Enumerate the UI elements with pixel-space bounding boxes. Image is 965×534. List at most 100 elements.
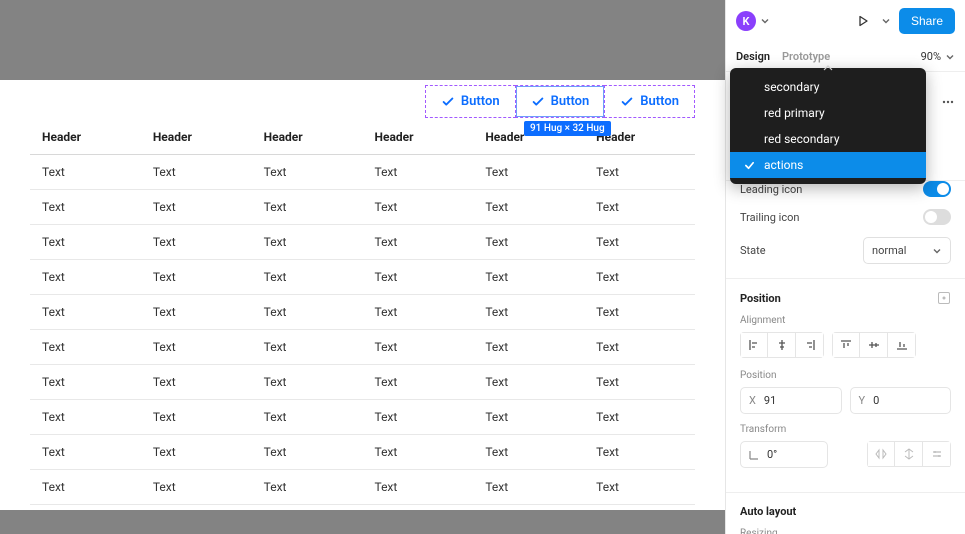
- state-label: State: [740, 244, 766, 257]
- more-transform-button[interactable]: [923, 441, 951, 467]
- table-cell: Text: [30, 400, 141, 435]
- table-row: TextTextTextTextTextText: [30, 365, 695, 400]
- flip-h-button[interactable]: [867, 441, 895, 467]
- align-left-button[interactable]: [740, 332, 768, 358]
- table-cell: Text: [362, 470, 473, 505]
- chevron-down-icon: [760, 16, 770, 26]
- table-cell: Text: [252, 470, 363, 505]
- table-cell: Text: [584, 155, 695, 190]
- table-cell: Text: [252, 225, 363, 260]
- check-icon: [620, 95, 634, 109]
- table-header: Header: [252, 120, 363, 155]
- leading-icon-toggle[interactable]: [923, 181, 951, 197]
- table-header: Header: [141, 120, 252, 155]
- dimension-badge: 91 Hug × 32 Hug: [524, 121, 611, 136]
- table-cell: Text: [141, 155, 252, 190]
- table-cell: Text: [362, 190, 473, 225]
- table-cell: Text: [362, 155, 473, 190]
- autolayout-title: Auto layout: [740, 505, 796, 518]
- table-cell: Text: [30, 295, 141, 330]
- table-cell: Text: [362, 295, 473, 330]
- table-cell: Text: [30, 365, 141, 400]
- table-cell: Text: [141, 435, 252, 470]
- table-cell: Text: [584, 435, 695, 470]
- table-cell: Text: [584, 400, 695, 435]
- rotation-field[interactable]: 0°: [740, 441, 828, 468]
- table-cell: Text: [141, 470, 252, 505]
- table-cell: Text: [362, 225, 473, 260]
- dropdown-item-label: secondary: [764, 80, 819, 94]
- table-cell: Text: [584, 470, 695, 505]
- table-cell: Text: [141, 365, 252, 400]
- table-cell: Text: [362, 400, 473, 435]
- dropdown-item[interactable]: actions: [730, 152, 926, 178]
- table-cell: Text: [141, 295, 252, 330]
- align-bottom-button[interactable]: [888, 332, 916, 358]
- present-button[interactable]: [853, 11, 873, 31]
- table-cell: Text: [473, 190, 584, 225]
- dropdown-item[interactable]: red secondary: [730, 126, 926, 152]
- table-cell: Text: [30, 330, 141, 365]
- trailing-icon-label: Trailing icon: [740, 211, 799, 224]
- table-cell: Text: [30, 435, 141, 470]
- leading-icon-label: Leading icon: [740, 183, 802, 196]
- align-center-h-button[interactable]: [768, 332, 796, 358]
- align-right-button[interactable]: [796, 332, 824, 358]
- table-cell: Text: [252, 260, 363, 295]
- tab-design[interactable]: Design: [736, 42, 770, 71]
- table-header: Header: [30, 120, 141, 155]
- table-cell: Text: [584, 330, 695, 365]
- align-top-button[interactable]: [832, 332, 860, 358]
- prototype-buttons-row: Button Button Button: [425, 85, 695, 118]
- y-field[interactable]: Y0: [850, 387, 952, 414]
- flip-v-button[interactable]: [895, 441, 923, 467]
- table-row: TextTextTextTextTextText: [30, 190, 695, 225]
- table-cell: Text: [30, 260, 141, 295]
- table-cell: Text: [362, 330, 473, 365]
- more-options-icon[interactable]: [939, 93, 957, 111]
- canvas-area[interactable]: Button Button Button 91 Hug × 32 Hug Hea…: [0, 0, 725, 534]
- trailing-icon-toggle[interactable]: [923, 209, 951, 225]
- table-cell: Text: [473, 260, 584, 295]
- canvas-frame[interactable]: Button Button Button 91 Hug × 32 Hug Hea…: [0, 80, 725, 510]
- share-button[interactable]: Share: [899, 8, 955, 34]
- x-field[interactable]: X91: [740, 387, 842, 414]
- table-row: TextTextTextTextTextText: [30, 470, 695, 505]
- table-cell: Text: [252, 330, 363, 365]
- table-cell: Text: [584, 225, 695, 260]
- check-icon: [742, 160, 756, 171]
- table-cell: Text: [473, 400, 584, 435]
- focus-icon[interactable]: [937, 291, 951, 305]
- table-cell: Text: [584, 295, 695, 330]
- table-cell: Text: [473, 225, 584, 260]
- user-menu[interactable]: K: [736, 11, 770, 31]
- table-cell: Text: [141, 400, 252, 435]
- dropdown-item[interactable]: secondary: [730, 74, 926, 100]
- button-instance-3[interactable]: Button: [604, 85, 695, 118]
- table-row: TextTextTextTextTextText: [30, 435, 695, 470]
- table-cell: Text: [30, 155, 141, 190]
- caret-up-icon: [823, 65, 833, 71]
- table-cell: Text: [252, 400, 363, 435]
- table-cell: Text: [362, 260, 473, 295]
- variant-dropdown[interactable]: secondary red primary red secondary actions: [730, 68, 926, 184]
- chevron-down-icon[interactable]: [881, 16, 891, 26]
- button-instance-1[interactable]: Button: [425, 85, 516, 118]
- state-select[interactable]: normal: [863, 237, 951, 264]
- table-cell: Text: [584, 260, 695, 295]
- dropdown-item-label: red secondary: [764, 132, 840, 146]
- table-cell: Text: [473, 295, 584, 330]
- align-center-v-button[interactable]: [860, 332, 888, 358]
- state-value: normal: [872, 244, 906, 257]
- table-cell: Text: [30, 225, 141, 260]
- button-instance-2[interactable]: Button: [515, 85, 606, 118]
- table-row: TextTextTextTextTextText: [30, 260, 695, 295]
- table-header: Header: [362, 120, 473, 155]
- table-cell: Text: [252, 435, 363, 470]
- table-cell: Text: [141, 190, 252, 225]
- zoom-control[interactable]: 90%: [921, 50, 955, 63]
- table-cell: Text: [362, 435, 473, 470]
- table-row: TextTextTextTextTextText: [30, 295, 695, 330]
- dropdown-item[interactable]: red primary: [730, 100, 926, 126]
- data-table: HeaderHeaderHeaderHeaderHeaderHeader Tex…: [30, 120, 695, 505]
